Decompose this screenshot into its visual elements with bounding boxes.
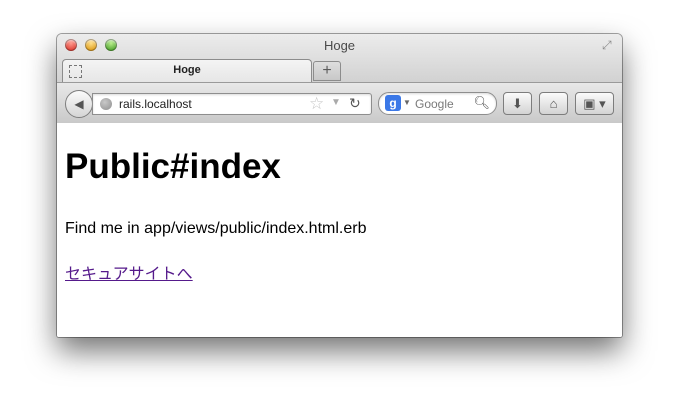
page-title: Public#index [65,147,281,186]
navigation-toolbar: ◀ rails.localhost ☆ ▼ ↻ g ▼ Google 🔍︎ ⬇ … [57,82,622,123]
download-button[interactable]: ⬇ [503,92,532,115]
globe-icon [100,98,112,110]
browser-chrome: Hoge ⤢ Hoge + ◀ rails.localhost ☆ ▼ ↻ g [57,34,622,123]
home-button[interactable]: ⌂ [539,92,568,115]
back-button[interactable]: ◀ [65,90,93,118]
window-title: Hoge [323,38,356,53]
fullscreen-icon[interactable]: ⤢ [602,38,616,52]
new-tab-button[interactable]: + [313,61,341,81]
star-icon[interactable]: ☆ [309,94,324,114]
tab-bar: Hoge + [57,56,622,82]
secure-site-link[interactable]: セキュアサイトへ [65,260,193,284]
bookmarks-icon: ▣ ▾ [583,96,606,111]
engine-dropdown-icon[interactable]: ▼ [403,98,411,107]
home-icon: ⌂ [549,96,558,111]
tab-hoge[interactable]: Hoge [62,59,312,82]
url-text[interactable]: rails.localhost [119,97,192,111]
url-bar[interactable]: rails.localhost ☆ ▼ ↻ [92,93,372,115]
search-icon[interactable]: 🔍︎ [473,95,490,111]
page-content: Public#index Find me in app/views/public… [57,123,622,337]
bookmarks-button[interactable]: ▣ ▾ [575,92,614,115]
search-input[interactable]: Google [415,97,454,111]
back-icon: ◀ [74,97,84,111]
download-icon: ⬇ [512,96,523,111]
browser-window: Hoge ⤢ Hoge + ◀ rails.localhost ☆ ▼ ↻ g [57,34,622,337]
tab-label: Hoge [173,64,201,76]
title-bar: Hoge ⤢ [57,34,622,56]
google-icon[interactable]: g [385,95,401,111]
reload-icon[interactable]: ↻ [349,95,361,112]
page-paragraph: Find me in app/views/public/index.html.e… [65,220,367,237]
search-bar[interactable]: g ▼ Google 🔍︎ [378,92,497,115]
url-dropdown-icon[interactable]: ▼ [331,97,341,108]
